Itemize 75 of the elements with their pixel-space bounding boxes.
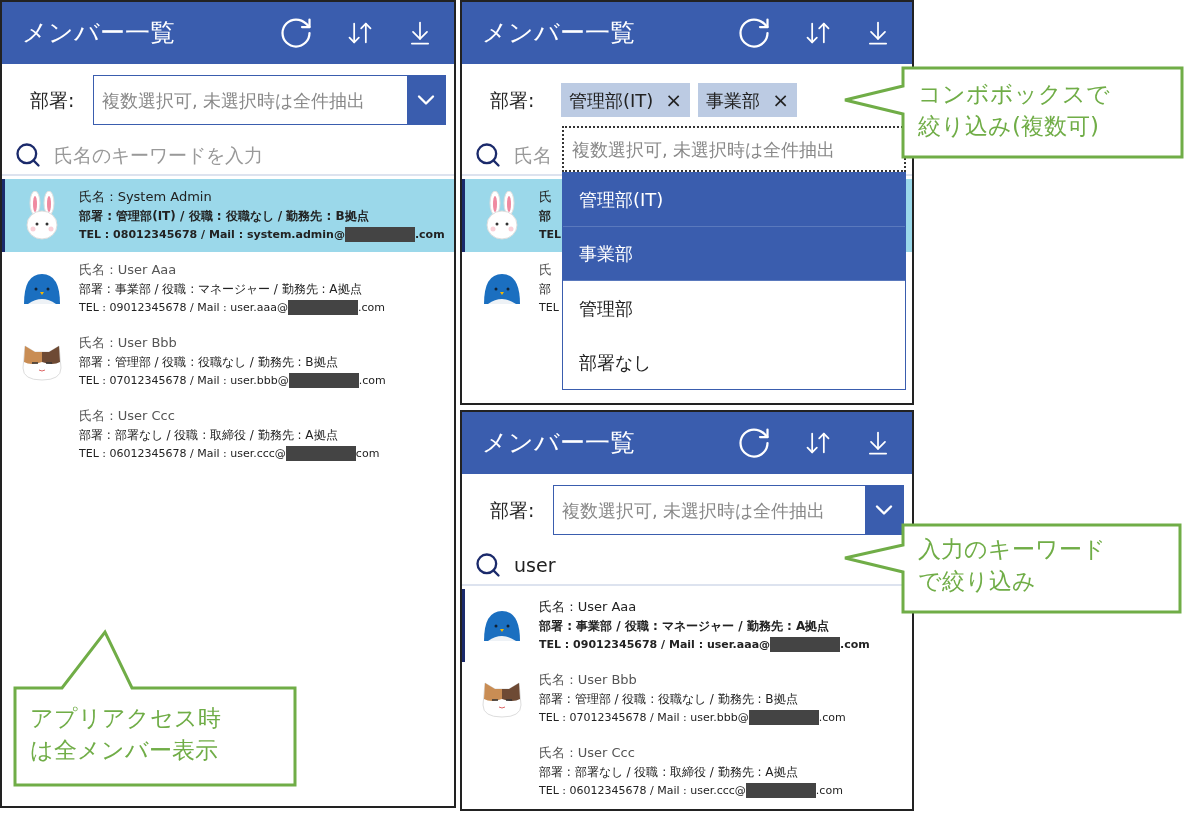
penguin-avatar-icon xyxy=(482,608,522,643)
department-chip[interactable]: 管理部(IT) × xyxy=(561,83,691,117)
member-department: 部署 : 管理部 / 役職 : 役職なし / 勤務先 : B拠点 xyxy=(79,353,339,370)
chip-remove[interactable]: × xyxy=(772,85,789,115)
search-icon xyxy=(474,141,502,169)
member-name: 氏 xyxy=(539,261,553,278)
chip-remove[interactable]: × xyxy=(665,85,683,115)
department-combobox[interactable]: 複数選択可, 未選択時は全件抽出 xyxy=(553,485,904,535)
member-contact: TEL : 07012345678 / Mail : user.bbb@ xyxy=(539,709,749,726)
callout-text: コンボボックスで 絞り込み(複数可) xyxy=(918,80,1110,141)
member-contact-domain: .com xyxy=(815,782,843,799)
member-name: 氏 xyxy=(539,188,553,205)
department-placeholder: 複数選択可, 未選択時は全件抽出 xyxy=(561,498,827,523)
member-contact: TEL : 07012345678 / Mail : user.bbb@ xyxy=(79,372,289,389)
dropdown-option[interactable]: 管理部(IT) xyxy=(563,173,905,227)
member-department: 部署 : 事業部 / 役職 : マネージャー / 勤務先 : A拠点 xyxy=(79,280,363,297)
member-name: 氏名 : System Admin xyxy=(79,188,213,205)
member-contact-domain: .com xyxy=(840,636,870,653)
member-name: 氏名 : User Ccc xyxy=(79,407,176,424)
department-label: 部署: xyxy=(30,87,76,113)
member-name: 氏名 : User Aaa xyxy=(79,261,178,278)
member-contact-domain: com xyxy=(355,445,380,462)
refresh-icon[interactable] xyxy=(278,15,314,51)
member-name: 氏名 : User Bbb xyxy=(539,671,638,688)
member-department: 部署 : 部署なし / 役職 : 取締役 / 勤務先 : A拠点 xyxy=(539,763,799,780)
member-department: 部 xyxy=(539,207,552,224)
member-contact-domain: .com xyxy=(357,299,385,316)
department-input[interactable]: 複数選択可, 未選択時は全件抽出 xyxy=(562,126,906,172)
member-department: 部署 : 管理部 / 役職 : 役職なし / 勤務先 : B拠点 xyxy=(539,690,799,707)
member-name: 氏名 : User Bbb xyxy=(79,334,178,351)
member-contact: TEL : 06012345678 / Mail : user.ccc@ xyxy=(539,782,746,799)
redaction-bar xyxy=(344,227,415,242)
callout-text: アプリアクセス時 は全メンバー表示 xyxy=(30,704,221,765)
member-row[interactable]: 氏名 : System Admin 部署 : 管理部(IT) / 役職 : 役職なし / 勤務先 : B拠点 TEL : 08012345678 / Mail : system.admin@ .com xyxy=(2,179,454,252)
app-title: メンバー一覧 xyxy=(22,17,176,50)
member-contact-domain: .com xyxy=(414,226,445,243)
department-combobox[interactable]: 複数選択可, 未選択時は全件抽出 xyxy=(93,75,446,125)
member-department: 部署 : 部署なし / 役職 : 取締役 / 勤務先 : A拠点 xyxy=(79,426,339,443)
member-contact: TEL xyxy=(539,226,562,243)
department-chip[interactable]: 事業部 × xyxy=(698,83,797,117)
redaction-bar xyxy=(745,783,816,798)
dropdown-button[interactable] xyxy=(865,486,903,534)
penguin-avatar-icon xyxy=(22,271,62,306)
redaction-bar xyxy=(748,710,819,725)
member-contact: TEL : 09012345678 / Mail : user.aaa@ xyxy=(539,636,771,653)
member-department: 部署 : 管理部(IT) / 役職 : 役職なし / 勤務先 : B拠点 xyxy=(79,207,370,224)
member-contact: TEL : 09012345678 / Mail : user.aaa@ xyxy=(79,299,288,316)
refresh-icon[interactable] xyxy=(736,15,772,51)
refresh-icon[interactable] xyxy=(736,425,772,461)
member-contact: TEL : 06012345678 / Mail : user.ccc@ xyxy=(79,445,286,462)
department-label: 部署: xyxy=(490,497,536,523)
member-contact: TEL xyxy=(539,299,559,316)
member-contact-domain: .com xyxy=(358,372,386,389)
department-label: 部署: xyxy=(490,87,536,113)
redaction-bar xyxy=(285,446,356,461)
penguin-avatar-icon xyxy=(482,271,522,306)
dropdown-option[interactable]: 事業部 xyxy=(563,227,905,281)
department-combobox[interactable]: 管理部(IT) × 事業部 × xyxy=(553,78,805,122)
member-name: 氏名 : User Aaa xyxy=(539,598,638,615)
member-department: 部署 : 事業部 / 役職 : マネージャー / 勤務先 : A拠点 xyxy=(539,617,831,634)
app-title: メンバー一覧 xyxy=(482,17,636,50)
keyword-field[interactable]: user xyxy=(514,550,556,580)
redaction-bar xyxy=(287,300,358,315)
app-title: メンバー一覧 xyxy=(482,427,636,460)
department-placeholder: 複数選択可, 未選択時は全件抽出 xyxy=(101,88,367,113)
member-contact: TEL : 08012345678 / Mail : system.admin@ xyxy=(79,226,345,243)
dropdown-button[interactable] xyxy=(407,76,445,124)
redaction-bar xyxy=(288,373,359,388)
member-contact-domain: .com xyxy=(818,709,846,726)
search-icon xyxy=(474,551,502,579)
callout-text: 入力のキーワード で絞り込み xyxy=(918,535,1106,596)
member-department: 部 xyxy=(539,280,552,297)
search-icon xyxy=(14,141,42,169)
redaction-bar xyxy=(770,637,841,652)
member-name: 氏名 : User Ccc xyxy=(539,744,636,761)
